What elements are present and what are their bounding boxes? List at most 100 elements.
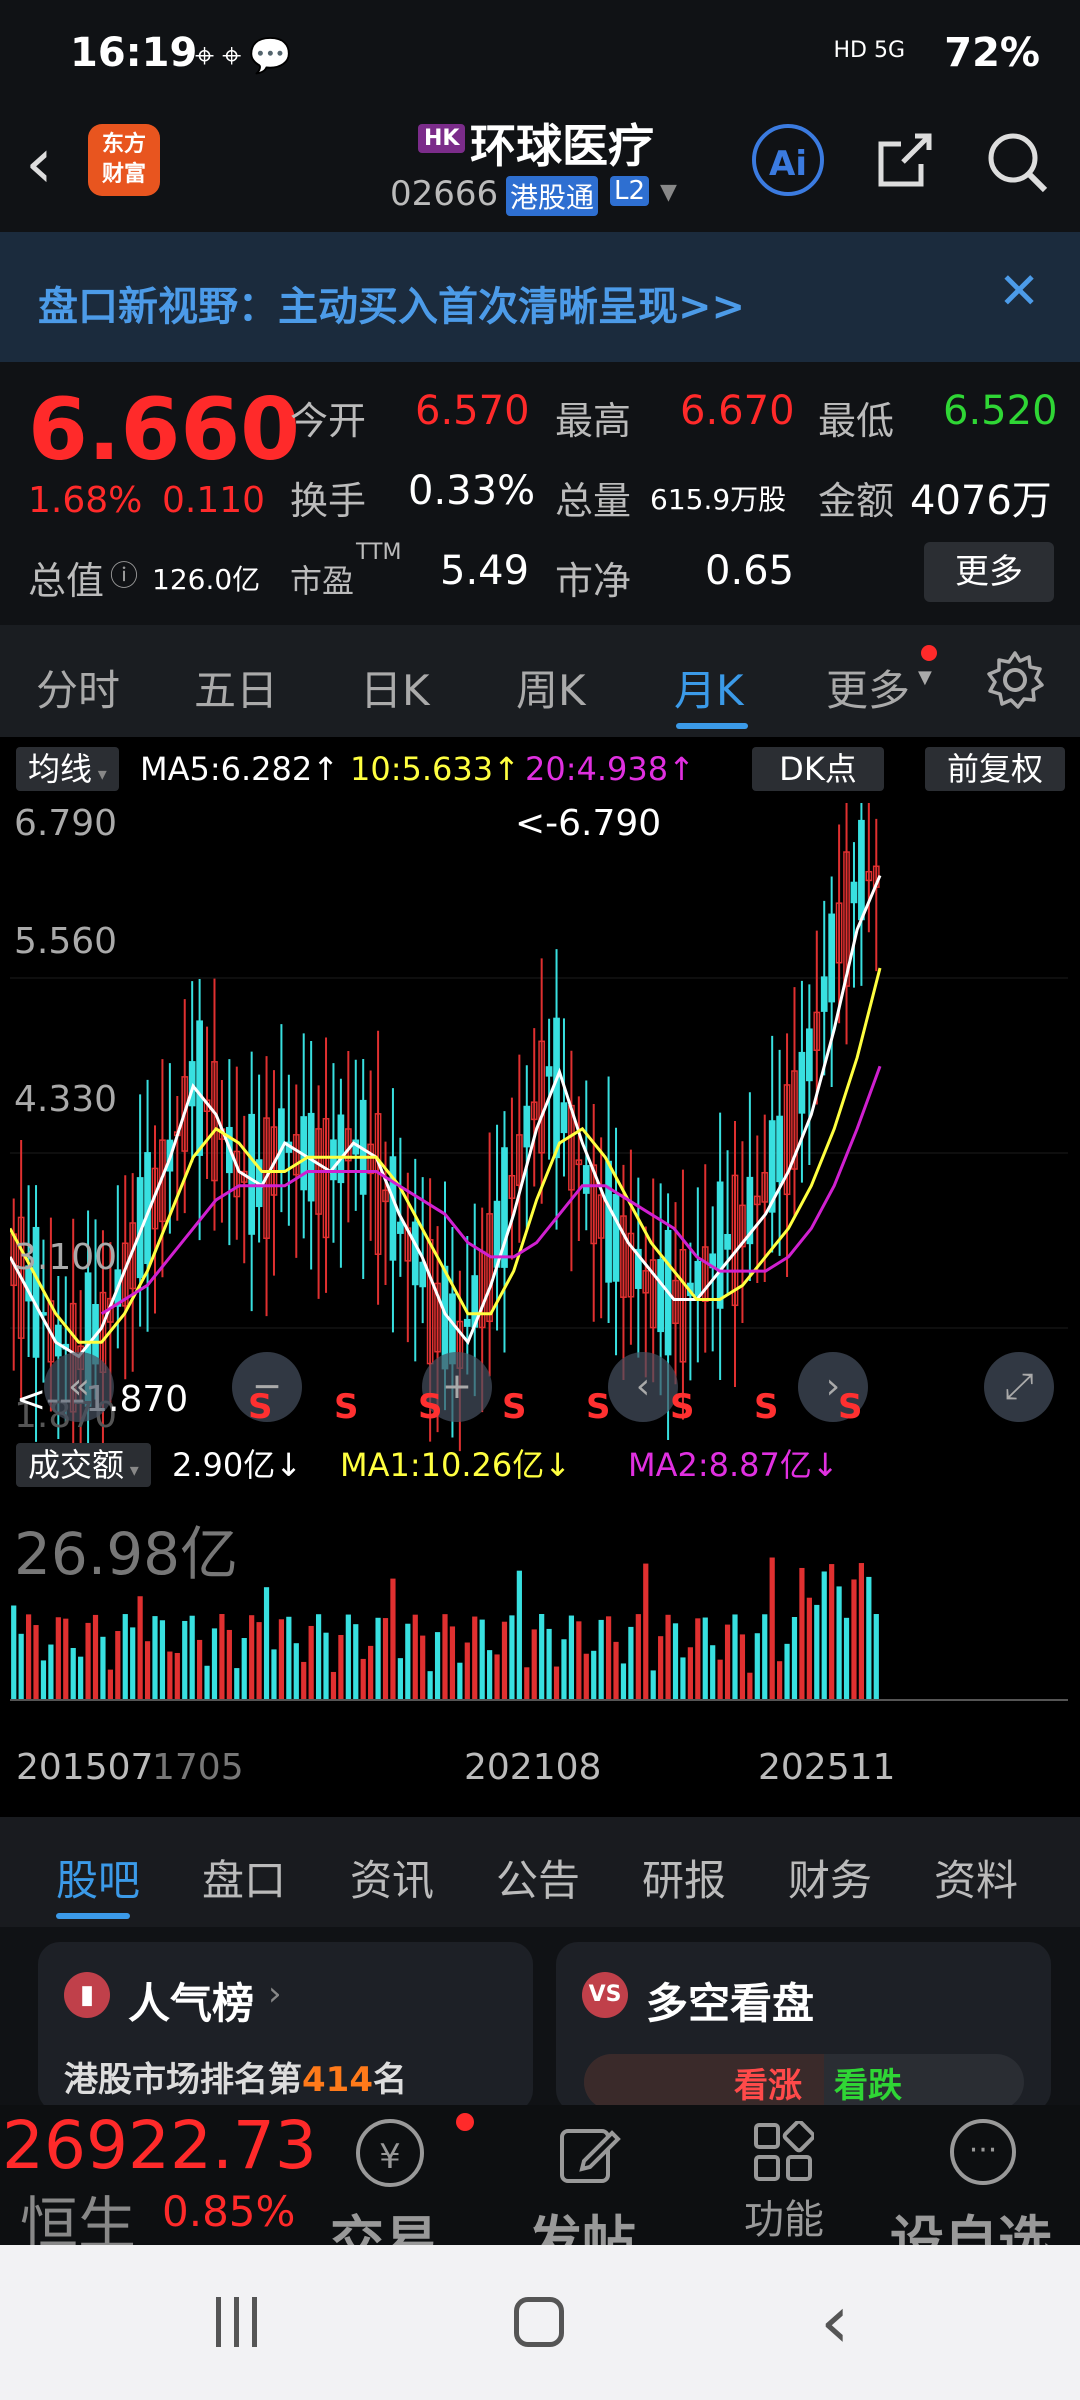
tab-more[interactable]: 更多 (826, 657, 910, 718)
status-time: 16:19 (70, 30, 198, 76)
volume-indicator-selector[interactable]: 成交额 ▾ (16, 1443, 151, 1487)
tab-announcements[interactable]: 公告 (496, 1847, 580, 1908)
gear-icon[interactable] (984, 649, 1046, 711)
volume-bar (583, 1653, 589, 1699)
bull-bear-card[interactable]: VS 多空看盘 看涨 看跌 (556, 1942, 1051, 2112)
vote-down-button[interactable]: 看跌 (834, 2058, 902, 2107)
volume-bar (851, 1579, 857, 1699)
back-nav-icon[interactable]: ‹ (820, 2279, 850, 2365)
volume-bar (11, 1605, 17, 1699)
volume-ma2-value: MA2:8.87亿 (628, 1446, 812, 1484)
candle-body (248, 1113, 256, 1235)
tab-five-day[interactable]: 五日 (194, 657, 278, 718)
sell-signal-mark: S (502, 1387, 527, 1427)
fullscreen-icon[interactable]: ⤢ (984, 1352, 1054, 1422)
tab-monthly-k[interactable]: 月K (674, 657, 744, 718)
y-axis-label-2: 5.560 (14, 921, 118, 962)
scroll-left-icon[interactable]: ‹ (608, 1352, 678, 1422)
volume-bar (464, 1642, 470, 1699)
close-icon[interactable]: ✕ (998, 262, 1040, 320)
scroll-left-fast-icon[interactable]: « (44, 1352, 114, 1422)
adjust-mode-button[interactable]: 前复权 (925, 747, 1065, 791)
chevron-down-icon: ▼ (918, 667, 932, 688)
yen-trade-icon[interactable]: ¥ (356, 2119, 424, 2187)
promo-banner[interactable]: 盘口新视野：主动买入首次清晰呈现>> ✕ (0, 232, 1080, 362)
vote-up-button[interactable]: 看涨 (734, 2058, 802, 2107)
x-axis-label: 202108 (464, 1747, 602, 1788)
ma-selector[interactable]: 均线 ▾ (16, 747, 119, 791)
grid-functions-icon[interactable] (752, 2121, 814, 2183)
card-title: 人气榜 (128, 1979, 255, 2028)
popularity-card[interactable]: ▮ 人气榜 › 港股市场排名第414名 (38, 1942, 533, 2112)
share-icon[interactable] (875, 130, 935, 190)
ai-assistant-icon[interactable]: Ai (752, 124, 824, 196)
volume-bar (33, 1625, 39, 1699)
period-tabs: 分时 五日 日K 周K 月K 更多 ▼ (0, 625, 1080, 737)
volume-bar (635, 1614, 641, 1699)
volume-bar (605, 1616, 612, 1699)
volume-bar (234, 1668, 240, 1699)
candle-body (278, 1108, 285, 1171)
recent-apps-icon[interactable] (212, 2297, 262, 2347)
bar-chart-icon: ▮ (64, 1972, 110, 2018)
bottom-navigation: 26922.73 恒生 0.85% ¥ 交易 发帖 功能 ··· 设自选 (0, 2105, 1080, 2273)
volume-bar (821, 1571, 827, 1699)
volume-bar (858, 1563, 865, 1699)
low-value: 6.520 (943, 388, 1058, 434)
sell-signal-mark: S (418, 1387, 443, 1427)
volume-bar (48, 1644, 54, 1699)
volume-bar (144, 1641, 151, 1699)
sell-signal-mark: S (838, 1387, 863, 1427)
more-button[interactable]: 更多 (924, 542, 1054, 602)
volume-bar (189, 1615, 195, 1699)
volume-bar (687, 1647, 693, 1699)
tab-research[interactable]: 研报 (642, 1847, 726, 1908)
volume-value: 615.9万股 (650, 483, 787, 516)
volume-bar (70, 1647, 76, 1699)
chevron-down-icon[interactable]: ▼ (660, 180, 677, 205)
volume-bar (25, 1614, 32, 1699)
volume-label: 成交额 (28, 1446, 125, 1484)
nav-functions[interactable]: 功能 (744, 2187, 824, 2245)
info-icon[interactable]: ⓘ (110, 554, 138, 594)
dk-point-toggle[interactable]: DK点 (752, 747, 884, 791)
tab-profile[interactable]: 资料 (934, 1847, 1018, 1908)
notification-icons: ⌖⌖💬 (195, 36, 300, 76)
search-icon[interactable] (985, 130, 1049, 194)
pb-value: 0.65 (705, 548, 795, 594)
tab-daily-k[interactable]: 日K (360, 657, 430, 718)
volume-bar (219, 1614, 225, 1699)
more-options-icon[interactable]: ··· (950, 2119, 1016, 2185)
index-value[interactable]: 26922.73 (2, 2107, 317, 2184)
tab-intraday[interactable]: 分时 (36, 657, 120, 718)
kline-chart[interactable]: 均线 ▾ MA5:6.282↑ 10:5.633↑ 20:4.938↑ DK点 … (0, 737, 1080, 1817)
tab-forum[interactable]: 股吧 (56, 1847, 140, 1908)
candle-body (806, 1028, 813, 1082)
volume-bar (159, 1620, 166, 1699)
volume-bar (799, 1567, 805, 1699)
tab-weekly-k[interactable]: 周K (516, 657, 586, 718)
volume-bar (620, 1663, 627, 1699)
volume-bar (658, 1636, 664, 1699)
level2-badge: L2 (610, 176, 650, 206)
stock-name[interactable]: 环球医疗 (470, 110, 654, 176)
volume-bar (323, 1632, 329, 1699)
tab-financials[interactable]: 财务 (788, 1847, 872, 1908)
volume-bar (427, 1671, 433, 1699)
home-icon[interactable] (514, 2297, 564, 2347)
sell-signal-mark: S (334, 1387, 359, 1427)
volume-ma1-value: MA1:10.26亿 (340, 1446, 545, 1484)
volume-bar (628, 1626, 634, 1699)
candle-body (397, 1221, 404, 1234)
volume-bar (92, 1614, 99, 1699)
ma20-value: 20:4.938 (525, 750, 669, 788)
candle-body (545, 1066, 553, 1077)
banner-text[interactable]: 盘口新视野：主动买入首次清晰呈现>> (38, 274, 745, 332)
edit-post-icon[interactable] (556, 2121, 622, 2187)
volume-bar (710, 1645, 716, 1699)
volume-bar (487, 1650, 493, 1699)
volume-value: 2.90亿 (172, 1446, 276, 1484)
tab-order-book[interactable]: 盘口 (202, 1847, 286, 1908)
back-icon[interactable]: ‹ (25, 128, 53, 198)
tab-news[interactable]: 资讯 (350, 1847, 434, 1908)
